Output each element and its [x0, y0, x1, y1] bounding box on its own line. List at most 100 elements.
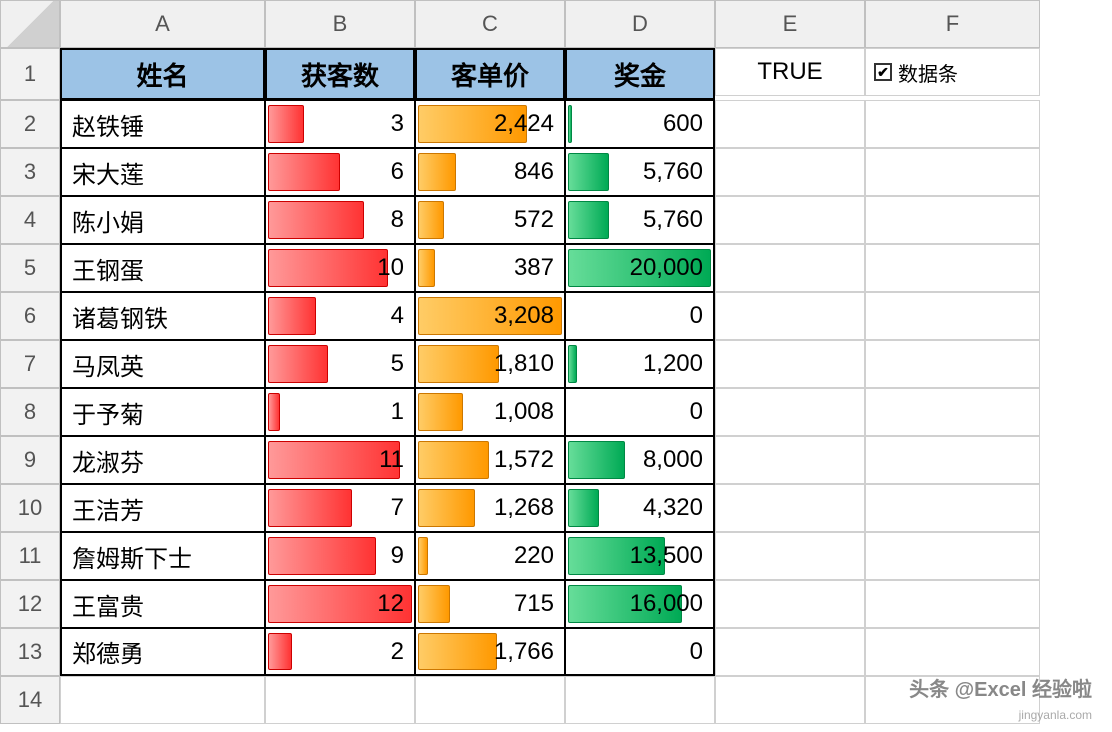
header-name[interactable]: 姓名: [60, 48, 265, 100]
empty-cell[interactable]: [865, 388, 1040, 436]
cell-price[interactable]: 846: [415, 148, 565, 196]
empty-cell[interactable]: [865, 628, 1040, 676]
empty-cell[interactable]: [865, 580, 1040, 628]
table-row[interactable]: 王洁芳: [60, 484, 265, 532]
empty-cell[interactable]: [715, 436, 865, 484]
table-row[interactable]: 赵铁锤: [60, 100, 265, 148]
row-header-10[interactable]: 10: [0, 484, 60, 532]
cell-customers[interactable]: 4: [265, 292, 415, 340]
cell-customers[interactable]: 7: [265, 484, 415, 532]
cell-customers[interactable]: 11: [265, 436, 415, 484]
cell-bonus[interactable]: 0: [565, 628, 715, 676]
empty-cell[interactable]: [715, 196, 865, 244]
empty-cell[interactable]: [415, 676, 565, 724]
empty-cell[interactable]: [865, 148, 1040, 196]
cell-customers[interactable]: 9: [265, 532, 415, 580]
cell-e1[interactable]: TRUE: [715, 48, 865, 96]
cell-customers[interactable]: 5: [265, 340, 415, 388]
empty-cell[interactable]: [715, 484, 865, 532]
header-bonus[interactable]: 奖金: [565, 48, 715, 100]
col-header-e[interactable]: E: [715, 0, 865, 48]
cell-customers[interactable]: 8: [265, 196, 415, 244]
cell-bonus[interactable]: 20,000: [565, 244, 715, 292]
empty-cell[interactable]: [265, 676, 415, 724]
row-header-7[interactable]: 7: [0, 340, 60, 388]
cell-bonus[interactable]: 1,200: [565, 340, 715, 388]
col-header-c[interactable]: C: [415, 0, 565, 48]
row-header-9[interactable]: 9: [0, 436, 60, 484]
table-row[interactable]: 陈小娟: [60, 196, 265, 244]
cell-customers[interactable]: 2: [265, 628, 415, 676]
empty-cell[interactable]: [715, 532, 865, 580]
row-header-3[interactable]: 3: [0, 148, 60, 196]
empty-cell[interactable]: [715, 580, 865, 628]
cell-bonus[interactable]: 0: [565, 388, 715, 436]
table-row[interactable]: 王富贵: [60, 580, 265, 628]
col-header-b[interactable]: B: [265, 0, 415, 48]
cell-customers[interactable]: 6: [265, 148, 415, 196]
cell-bonus[interactable]: 4,320: [565, 484, 715, 532]
row-header-6[interactable]: 6: [0, 292, 60, 340]
empty-cell[interactable]: [60, 676, 265, 724]
table-row[interactable]: 龙淑芬: [60, 436, 265, 484]
cell-price[interactable]: 220: [415, 532, 565, 580]
cell-price[interactable]: 1,008: [415, 388, 565, 436]
cell-price[interactable]: 1,810: [415, 340, 565, 388]
table-row[interactable]: 马凤英: [60, 340, 265, 388]
row-header-11[interactable]: 11: [0, 532, 60, 580]
cell-price[interactable]: 1,766: [415, 628, 565, 676]
empty-cell[interactable]: [865, 484, 1040, 532]
row-header-4[interactable]: 4: [0, 196, 60, 244]
empty-cell[interactable]: [715, 292, 865, 340]
cell-bonus[interactable]: 600: [565, 100, 715, 148]
cell-bonus[interactable]: 5,760: [565, 148, 715, 196]
table-row[interactable]: 宋大莲: [60, 148, 265, 196]
empty-cell[interactable]: [865, 100, 1040, 148]
empty-cell[interactable]: [715, 340, 865, 388]
empty-cell[interactable]: [715, 100, 865, 148]
cell-price[interactable]: 387: [415, 244, 565, 292]
cell-f1[interactable]: ✔ 数据条: [865, 48, 1040, 96]
empty-cell[interactable]: [865, 244, 1040, 292]
empty-cell[interactable]: [715, 676, 865, 724]
cell-price[interactable]: 1,268: [415, 484, 565, 532]
cell-customers[interactable]: 10: [265, 244, 415, 292]
empty-cell[interactable]: [715, 244, 865, 292]
cell-bonus[interactable]: 0: [565, 292, 715, 340]
row-header-2[interactable]: 2: [0, 100, 60, 148]
cell-customers[interactable]: 12: [265, 580, 415, 628]
cell-bonus[interactable]: 16,000: [565, 580, 715, 628]
empty-cell[interactable]: [865, 436, 1040, 484]
cell-bonus[interactable]: 5,760: [565, 196, 715, 244]
row-header-8[interactable]: 8: [0, 388, 60, 436]
empty-cell[interactable]: [715, 148, 865, 196]
checkbox-icon[interactable]: ✔: [874, 63, 892, 81]
col-header-f[interactable]: F: [865, 0, 1040, 48]
table-row[interactable]: 詹姆斯下士: [60, 532, 265, 580]
row-header-5[interactable]: 5: [0, 244, 60, 292]
header-price[interactable]: 客单价: [415, 48, 565, 100]
empty-cell[interactable]: [715, 388, 865, 436]
row-header-1[interactable]: 1: [0, 48, 60, 100]
col-header-a[interactable]: A: [60, 0, 265, 48]
row-header-12[interactable]: 12: [0, 580, 60, 628]
row-header-13[interactable]: 13: [0, 628, 60, 676]
cell-customers[interactable]: 1: [265, 388, 415, 436]
col-header-d[interactable]: D: [565, 0, 715, 48]
empty-cell[interactable]: [715, 628, 865, 676]
cell-customers[interactable]: 3: [265, 100, 415, 148]
cell-bonus[interactable]: 8,000: [565, 436, 715, 484]
table-row[interactable]: 王钢蛋: [60, 244, 265, 292]
cell-bonus[interactable]: 13,500: [565, 532, 715, 580]
empty-cell[interactable]: [865, 196, 1040, 244]
cell-price[interactable]: 2,424: [415, 100, 565, 148]
cell-price[interactable]: 3,208: [415, 292, 565, 340]
spreadsheet-grid[interactable]: A B C D E F 1 姓名 获客数 客单价 奖金 TRUE ✔ 数据条 2…: [0, 0, 1112, 724]
table-row[interactable]: 郑德勇: [60, 628, 265, 676]
empty-cell[interactable]: [865, 532, 1040, 580]
select-all-corner[interactable]: [0, 0, 60, 48]
cell-price[interactable]: 715: [415, 580, 565, 628]
empty-cell[interactable]: [565, 676, 715, 724]
empty-cell[interactable]: [865, 292, 1040, 340]
cell-price[interactable]: 1,572: [415, 436, 565, 484]
